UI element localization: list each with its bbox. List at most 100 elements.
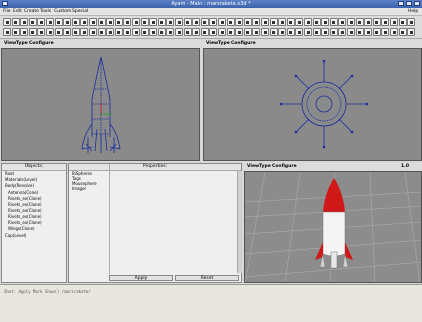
toolbar-button[interactable] (252, 18, 261, 26)
tree-item[interactable]: Cap(Level) (5, 233, 26, 238)
tree-item[interactable]: Root (5, 171, 14, 176)
toolbar-button[interactable] (63, 18, 72, 26)
toolbar-button[interactable] (28, 28, 37, 36)
toolbar-button[interactable] (372, 28, 381, 36)
toolbar-button[interactable] (80, 28, 89, 36)
tree-item[interactable]: Rivets_ex(Clone) (8, 202, 42, 207)
toolbar-button[interactable] (149, 18, 158, 26)
toolbar-button[interactable] (89, 28, 97, 36)
toolbar-button[interactable] (166, 28, 175, 36)
toolbar-button[interactable] (54, 18, 63, 26)
toolbar-button[interactable] (132, 18, 140, 26)
toolbar-button[interactable] (3, 28, 11, 36)
toolbar-button[interactable] (37, 18, 46, 26)
toolbar-button[interactable] (140, 28, 149, 36)
toolbar-button[interactable] (218, 18, 226, 26)
menu-create[interactable]: Create (24, 9, 39, 14)
toolbar-button[interactable] (166, 18, 175, 26)
front-viewport[interactable] (1, 48, 200, 161)
toolbar-button[interactable] (114, 18, 123, 26)
toolbar-button[interactable] (140, 18, 149, 26)
toolbar-button[interactable] (123, 18, 132, 26)
toolbar-button[interactable] (209, 28, 218, 36)
toolbar-button[interactable] (192, 18, 201, 26)
close-icon[interactable] (414, 1, 420, 6)
toolbar-button[interactable] (54, 28, 63, 36)
toolbar-button[interactable] (175, 18, 183, 26)
toolbar-button[interactable] (286, 18, 295, 26)
toolbar-button[interactable] (364, 18, 373, 26)
toolbar-button[interactable] (192, 28, 201, 36)
toolbar-button[interactable] (149, 28, 158, 36)
persp-view-menu-type[interactable]: Type (259, 164, 271, 169)
toolbar-button[interactable] (175, 28, 183, 36)
menu-edit[interactable]: Edit (13, 9, 22, 14)
toolbar-button[interactable] (97, 18, 106, 26)
toolbar-button[interactable] (381, 28, 390, 36)
console[interactable]: Shot: Apply Mark Show() /marsrakete/ (0, 284, 422, 322)
toolbar-button[interactable] (97, 28, 106, 36)
toolbar-button[interactable] (381, 18, 390, 26)
front-view-menu-configure[interactable]: Configure (29, 41, 54, 46)
front-view-menu-type[interactable]: Type (16, 41, 28, 46)
tree-item[interactable]: Body(Revolve) (5, 183, 34, 188)
maximize-icon[interactable] (406, 1, 412, 6)
toolbar-button[interactable] (235, 18, 244, 26)
toolbar-button[interactable] (364, 28, 373, 36)
toolbar-button[interactable] (226, 28, 235, 36)
menu-custom[interactable]: Custom (54, 9, 71, 14)
perspective-viewport[interactable] (244, 171, 422, 283)
toolbar-button[interactable] (321, 28, 330, 36)
toolbar-button[interactable] (209, 18, 218, 26)
toolbar-button[interactable] (390, 28, 398, 36)
toolbar-button[interactable] (295, 28, 304, 36)
toolbar-button[interactable] (261, 18, 269, 26)
toolbar-button[interactable] (407, 18, 416, 26)
toolbar-button[interactable] (132, 28, 140, 36)
toolbar-button[interactable] (157, 18, 166, 26)
toolbar-button[interactable] (28, 18, 37, 26)
toolbar-button[interactable] (226, 18, 235, 26)
toolbar-button[interactable] (286, 28, 295, 36)
toolbar-button[interactable] (390, 18, 398, 26)
minimize-icon[interactable] (398, 1, 404, 6)
top-view-menu-configure[interactable]: Configure (231, 41, 256, 46)
toolbar-button[interactable] (338, 18, 347, 26)
property-scrollbar[interactable] (237, 171, 242, 273)
toolbar-button[interactable] (269, 28, 278, 36)
tree-item[interactable]: Materials(Level) (5, 177, 37, 182)
toolbar-button[interactable] (106, 18, 115, 26)
top-viewport[interactable] (203, 48, 422, 161)
toolbar-button[interactable] (347, 28, 355, 36)
toolbar-button[interactable] (11, 28, 20, 36)
toolbar-button[interactable] (304, 28, 312, 36)
toolbar-button[interactable] (347, 18, 355, 26)
toolbar-button[interactable] (71, 18, 80, 26)
tree-item[interactable]: Antenna(Cone) (8, 190, 38, 195)
toolbar-button[interactable] (183, 28, 192, 36)
toolbar-button[interactable] (398, 18, 407, 26)
toolbar-button[interactable] (235, 28, 244, 36)
toolbar-button[interactable] (46, 18, 54, 26)
persp-view-menu-configure[interactable]: Configure (272, 164, 297, 169)
toolbar-button[interactable] (20, 28, 29, 36)
toolbar-button[interactable] (89, 18, 97, 26)
toolbar-button[interactable] (321, 18, 330, 26)
tree-item[interactable]: Rivets_ex(Clone) (8, 214, 42, 219)
toolbar-button[interactable] (278, 28, 287, 36)
toolbar-button[interactable] (295, 18, 304, 26)
toolbar-button[interactable] (218, 28, 226, 36)
persp-view-menu-view[interactable]: View (247, 164, 259, 169)
apply-button[interactable]: Apply (109, 275, 173, 281)
toolbar-button[interactable] (329, 18, 338, 26)
property-list[interactable]: BiSpheres Tags Mousephere Imager (69, 164, 110, 274)
tree-item[interactable]: Rivets_ex(Clone) (8, 208, 42, 213)
toolbar-button[interactable] (312, 28, 321, 36)
toolbar-button[interactable] (278, 18, 287, 26)
toolbar-button[interactable] (398, 28, 407, 36)
toolbar-button[interactable] (106, 28, 115, 36)
toolbar-button[interactable] (338, 28, 347, 36)
menu-help[interactable]: Help (408, 9, 418, 14)
toolbar-button[interactable] (20, 18, 29, 26)
tree-item[interactable]: Rivets_ex(Clone) (8, 220, 42, 225)
